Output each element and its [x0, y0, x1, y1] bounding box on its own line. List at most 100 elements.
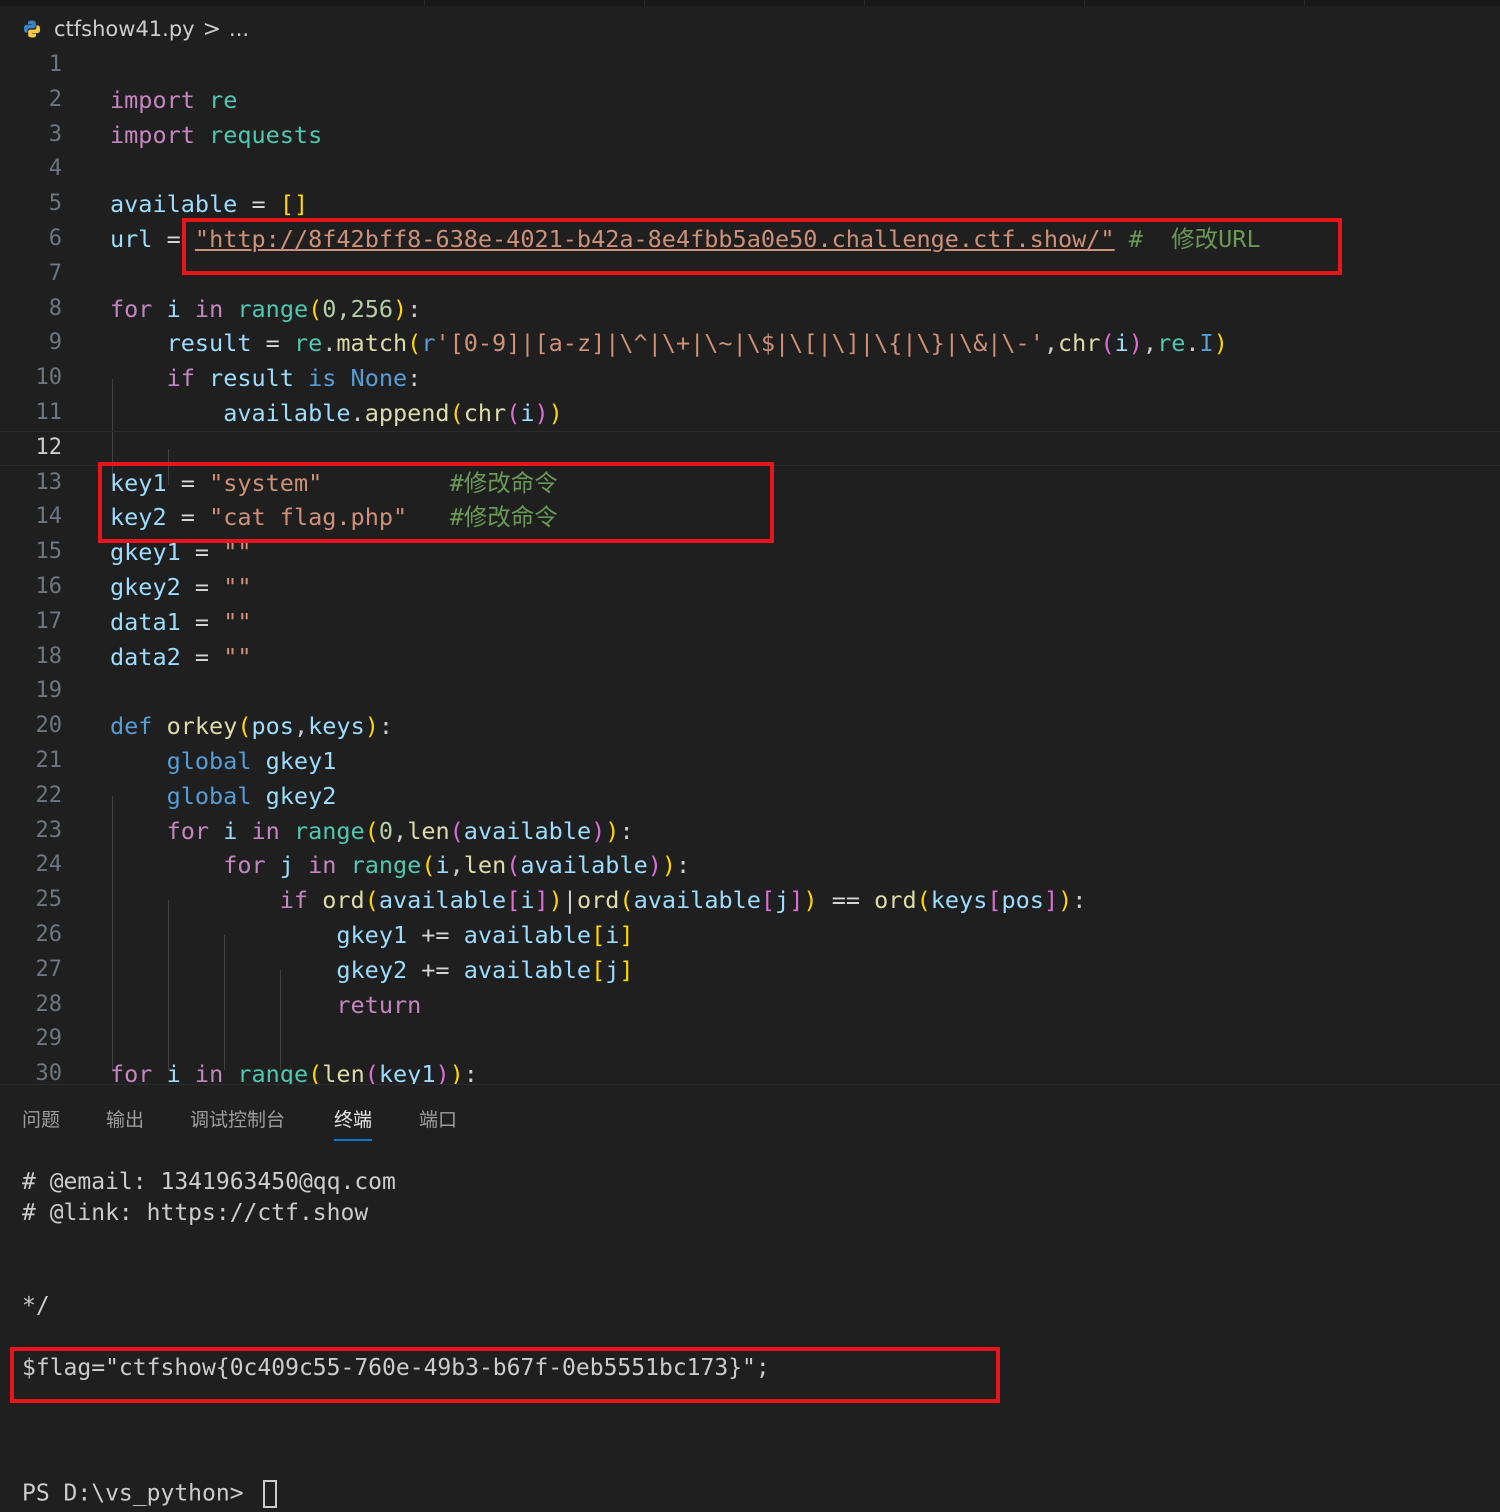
- tab-problems[interactable]: 问题: [22, 1105, 60, 1132]
- annotation-box-url: [182, 218, 1342, 275]
- python-file-icon: [23, 20, 41, 38]
- line-number: 30: [35, 1061, 63, 1084]
- line-number: 20: [35, 713, 63, 739]
- editor-tab-slot[interactable]: [1084, 0, 1305, 6]
- line-number: 19: [35, 678, 63, 704]
- line-number: 10: [35, 365, 63, 391]
- code-line-current[interactable]: 12: [0, 431, 1500, 466]
- breadcrumb: ctfshow41.py > ...: [22, 14, 249, 44]
- line-number: 16: [35, 574, 63, 599]
- line-number: 11: [35, 400, 63, 425]
- line-number: 17: [35, 608, 63, 634]
- line-number: 25: [35, 887, 63, 913]
- code-text: return: [336, 990, 422, 1019]
- terminal-cursor: [263, 1480, 278, 1508]
- line-number: 7: [48, 260, 62, 286]
- line-number: 6: [48, 226, 62, 251]
- code-text: if result is None:: [166, 364, 422, 393]
- code-text: for j in range(i,len(available)):: [223, 851, 691, 880]
- code-text: data1 = "": [110, 607, 252, 636]
- terminal-line: # @link: https://ctf.show: [22, 1200, 369, 1226]
- editor-tab-slot[interactable]: [644, 0, 865, 6]
- code-line[interactable]: 22 global gkey2: [0, 779, 1500, 814]
- code-line[interactable]: 21 global gkey1: [0, 744, 1500, 779]
- code-text: global gkey1: [166, 747, 337, 775]
- code-line[interactable]: 9 result = re.match(r'[0-9]|[a-z]|\^|\+|…: [0, 326, 1500, 361]
- tab-terminal[interactable]: 终端: [334, 1105, 373, 1141]
- annotation-box-keys: [98, 462, 774, 543]
- line-number: 9: [48, 330, 62, 356]
- code-line[interactable]: 4: [0, 152, 1500, 187]
- code-line[interactable]: 17 data1 = "": [0, 605, 1500, 640]
- code-editor[interactable]: 1 2 import re 3 import requests 4 5 avai…: [0, 48, 1500, 1084]
- panel-tabs: 问题 输出 调试控制台 终端 端口: [0, 1085, 1500, 1141]
- line-number: 29: [35, 1026, 63, 1052]
- code-line[interactable]: 3 import requests: [0, 118, 1500, 153]
- bottom-panel: 问题 输出 调试控制台 终端 端口 # @email: 1341963450@q…: [0, 1084, 1500, 1512]
- code-text: gkey2 = "": [110, 573, 252, 601]
- line-number: 28: [35, 991, 63, 1017]
- code-line[interactable]: 5 available = []: [0, 187, 1500, 222]
- code-line[interactable]: 16 gkey2 = "": [0, 570, 1500, 605]
- code-text: result = re.match(r'[0-9]|[a-z]|\^|\+|\~…: [166, 329, 1228, 358]
- code-text: global gkey2: [166, 781, 337, 810]
- code-text: def orkey(pos,keys):: [110, 712, 394, 741]
- line-number: 5: [48, 191, 62, 217]
- line-number: 23: [35, 817, 63, 843]
- terminal-prompt[interactable]: PS D:\vs_python>: [22, 1480, 278, 1508]
- code-line[interactable]: 23 for i in range(0,len(available)):: [0, 814, 1500, 849]
- line-number: 21: [35, 748, 63, 773]
- code-text: if ord(available[i])|ord(available[j]) =…: [279, 886, 1087, 915]
- line-number: 15: [35, 539, 63, 565]
- code-text: for i in range(0,len(available)):: [166, 816, 634, 845]
- line-number: 4: [48, 156, 62, 182]
- code-line[interactable]: 24 for j in range(i,len(available)):: [0, 848, 1500, 883]
- code-text: import re: [110, 85, 238, 114]
- line-number: 8: [48, 295, 62, 321]
- code-line[interactable]: 30 for i in range(len(key1)):: [0, 1057, 1500, 1084]
- editor-tab-slot[interactable]: [0, 0, 425, 6]
- tab-ports[interactable]: 端口: [419, 1105, 457, 1132]
- code-text: available = []: [110, 190, 309, 219]
- code-text: for i in range(0,256):: [110, 294, 422, 323]
- editor-tabs-strip: [0, 0, 1500, 6]
- code-text: gkey2 += available[j]: [336, 955, 634, 984]
- prompt-text: PS D:\vs_python>: [22, 1480, 258, 1507]
- tab-output[interactable]: 输出: [106, 1105, 144, 1132]
- line-number: 24: [35, 852, 63, 878]
- line-number: 18: [35, 643, 63, 669]
- code-line[interactable]: 19: [0, 674, 1500, 709]
- code-text: import requests: [110, 120, 323, 149]
- code-line[interactable]: 1: [0, 48, 1500, 83]
- breadcrumb-file[interactable]: ctfshow41.py: [54, 17, 195, 41]
- line-number: 26: [35, 922, 63, 947]
- code-line[interactable]: 26 gkey1 += available[i]: [0, 918, 1500, 953]
- terminal-line: */: [22, 1293, 50, 1319]
- code-line[interactable]: 11 available.append(chr(i)): [0, 396, 1500, 431]
- code-line[interactable]: 2 import re: [0, 83, 1500, 118]
- code-line[interactable]: 8 for i in range(0,256):: [0, 292, 1500, 327]
- terminal-line: # @email: 1341963450@qq.com: [22, 1169, 396, 1195]
- code-line[interactable]: 27 gkey2 += available[j]: [0, 953, 1500, 988]
- code-text: gkey1 += available[i]: [336, 921, 634, 949]
- line-number: 3: [48, 121, 62, 147]
- editor-tab-slot[interactable]: [864, 0, 1085, 6]
- line-number: 1: [48, 52, 62, 77]
- annotation-box-flag: [10, 1347, 1000, 1403]
- code-line[interactable]: 29: [0, 1022, 1500, 1057]
- line-number: 14: [35, 504, 63, 530]
- code-text: available.append(chr(i)): [223, 399, 563, 427]
- line-number: 22: [35, 782, 63, 808]
- code-line[interactable]: 18 data2 = "": [0, 640, 1500, 675]
- line-number: 2: [48, 86, 62, 112]
- code-line[interactable]: 20 def orkey(pos,keys):: [0, 709, 1500, 744]
- line-number: 27: [35, 956, 63, 982]
- code-line[interactable]: 25 if ord(available[i])|ord(available[j]…: [0, 883, 1500, 918]
- breadcrumb-symbols[interactable]: ...: [229, 17, 249, 41]
- code-line[interactable]: 10 if result is None:: [0, 361, 1500, 396]
- code-line[interactable]: 28 return: [0, 988, 1500, 1023]
- tab-debug-console[interactable]: 调试控制台: [190, 1105, 285, 1132]
- line-number: 12: [35, 434, 63, 460]
- line-number: 13: [35, 469, 63, 495]
- editor-tab-slot[interactable]: [424, 0, 645, 6]
